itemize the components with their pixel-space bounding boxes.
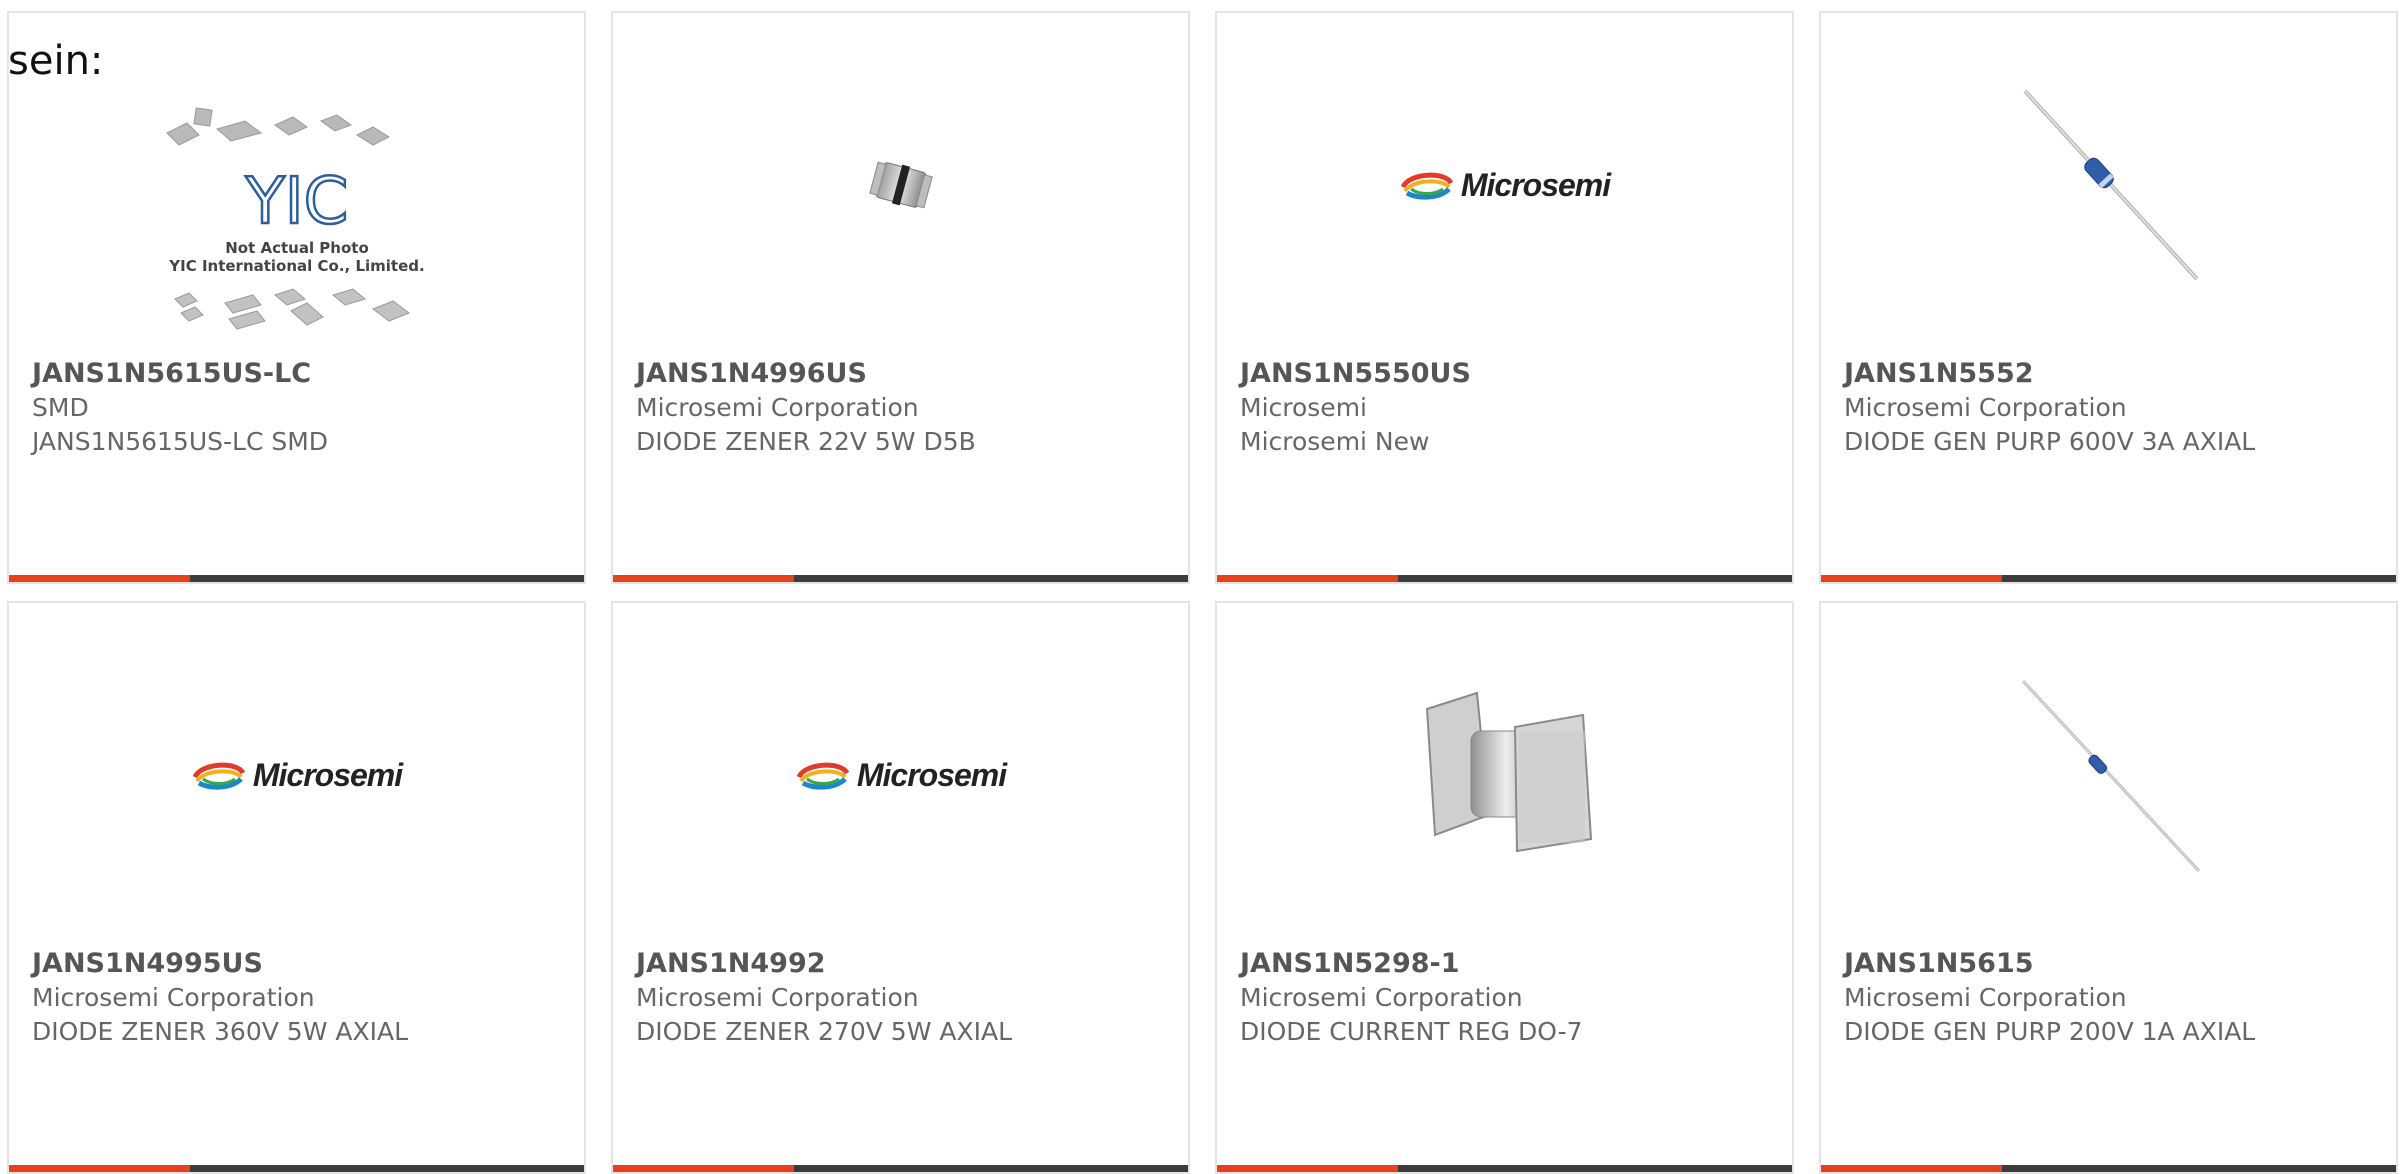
part-number[interactable]: JANS1N5298-1 bbox=[1240, 947, 1782, 981]
manufacturer: Microsemi Corporation bbox=[636, 983, 919, 1012]
microsemi-logo: Microsemi bbox=[1395, 85, 1615, 285]
page-label: sein: bbox=[8, 38, 104, 84]
svg-text:Not Actual Photo: Not Actual Photo bbox=[225, 239, 369, 257]
part-number[interactable]: JANS1N4992 bbox=[636, 947, 1178, 981]
part-number[interactable]: JANS1N4995US bbox=[32, 947, 574, 981]
manufacturer: Microsemi Corporation bbox=[32, 983, 315, 1012]
microsemi-logo: Microsemi bbox=[187, 675, 407, 875]
description: DIODE GEN PURP 600V 3A AXIAL bbox=[1844, 427, 2256, 456]
product-info: JANS1N5615 Microsemi Corporation DIODE G… bbox=[1844, 947, 2386, 1049]
axial-diode-photo bbox=[2009, 85, 2209, 285]
product-card[interactable]: JANS1N4996US Microsemi Corporation DIODE… bbox=[611, 11, 1190, 584]
axial-diode-photo bbox=[2009, 675, 2209, 875]
manufacturer: Microsemi Corporation bbox=[1844, 983, 2127, 1012]
product-info: JANS1N5615US-LC SMD JANS1N5615US-LC SMD bbox=[32, 357, 574, 459]
card-bottom-bar bbox=[613, 1165, 1188, 1172]
product-info: JANS1N4992 Microsemi Corporation DIODE Z… bbox=[636, 947, 1178, 1049]
manufacturer: Microsemi Corporation bbox=[1844, 393, 2127, 422]
part-number[interactable]: JANS1N5552 bbox=[1844, 357, 2386, 391]
smd-diode-photo bbox=[801, 85, 1001, 285]
manufacturer: SMD bbox=[32, 393, 89, 422]
product-grid: YIC Not Actual Photo YIC International C… bbox=[0, 0, 2400, 1174]
part-number[interactable]: JANS1N5550US bbox=[1240, 357, 1782, 391]
microsemi-logo: Microsemi bbox=[791, 675, 1011, 875]
product-info: JANS1N5552 Microsemi Corporation DIODE G… bbox=[1844, 357, 2386, 459]
card-bottom-bar bbox=[613, 575, 1188, 582]
yic-logo: YIC bbox=[244, 165, 348, 239]
part-number[interactable]: JANS1N5615 bbox=[1844, 947, 2386, 981]
not-actual-photo-image: YIC Not Actual Photo YIC International C… bbox=[157, 103, 437, 343]
card-bottom-bar bbox=[1217, 575, 1792, 582]
manufacturer: Microsemi Corporation bbox=[636, 393, 919, 422]
product-card[interactable]: JANS1N5552 Microsemi Corporation DIODE G… bbox=[1819, 11, 2398, 584]
product-info: JANS1N4996US Microsemi Corporation DIODE… bbox=[636, 357, 1178, 459]
card-bottom-bar bbox=[9, 575, 584, 582]
svg-text:YIC International Co., Limited: YIC International Co., Limited. bbox=[168, 257, 424, 275]
product-info: JANS1N5298-1 Microsemi Corporation DIODE… bbox=[1240, 947, 1782, 1049]
microsemi-logo-text: Microsemi bbox=[252, 756, 403, 793]
product-info: JANS1N5550US Microsemi Microsemi New bbox=[1240, 357, 1782, 459]
description: DIODE ZENER 360V 5W AXIAL bbox=[32, 1017, 409, 1046]
card-bottom-bar bbox=[1821, 1165, 2396, 1172]
card-bottom-bar bbox=[1217, 1165, 1792, 1172]
part-number[interactable]: JANS1N4996US bbox=[636, 357, 1178, 391]
microsemi-logo-text: Microsemi bbox=[1460, 166, 1611, 203]
description: DIODE GEN PURP 200V 1A AXIAL bbox=[1844, 1017, 2256, 1046]
card-bottom-bar bbox=[9, 1165, 584, 1172]
card-bottom-bar bbox=[1821, 575, 2396, 582]
product-card[interactable]: YIC Not Actual Photo YIC International C… bbox=[7, 11, 586, 584]
product-card[interactable]: JANS1N5615 Microsemi Corporation DIODE G… bbox=[1819, 601, 2398, 1174]
product-card[interactable]: Microsemi JANS1N5550US Microsemi Microse… bbox=[1215, 11, 1794, 584]
product-card[interactable]: JANS1N5298-1 Microsemi Corporation DIODE… bbox=[1215, 601, 1794, 1174]
description: DIODE ZENER 22V 5W D5B bbox=[636, 427, 976, 456]
description: JANS1N5615US-LC SMD bbox=[32, 427, 329, 456]
product-card[interactable]: Microsemi JANS1N4995US Microsemi Corpora… bbox=[7, 601, 586, 1174]
part-number[interactable]: JANS1N5615US-LC bbox=[32, 357, 574, 391]
manufacturer: Microsemi Corporation bbox=[1240, 983, 1523, 1012]
description: Microsemi New bbox=[1240, 427, 1430, 456]
description: DIODE ZENER 270V 5W AXIAL bbox=[636, 1017, 1013, 1046]
manufacturer: Microsemi bbox=[1240, 393, 1367, 422]
product-card[interactable]: Microsemi JANS1N4992 Microsemi Corporati… bbox=[611, 601, 1190, 1174]
description: DIODE CURRENT REG DO-7 bbox=[1240, 1017, 1583, 1046]
product-info: JANS1N4995US Microsemi Corporation DIODE… bbox=[32, 947, 574, 1049]
square-package-photo bbox=[1405, 675, 1605, 875]
microsemi-logo-text: Microsemi bbox=[856, 756, 1007, 793]
